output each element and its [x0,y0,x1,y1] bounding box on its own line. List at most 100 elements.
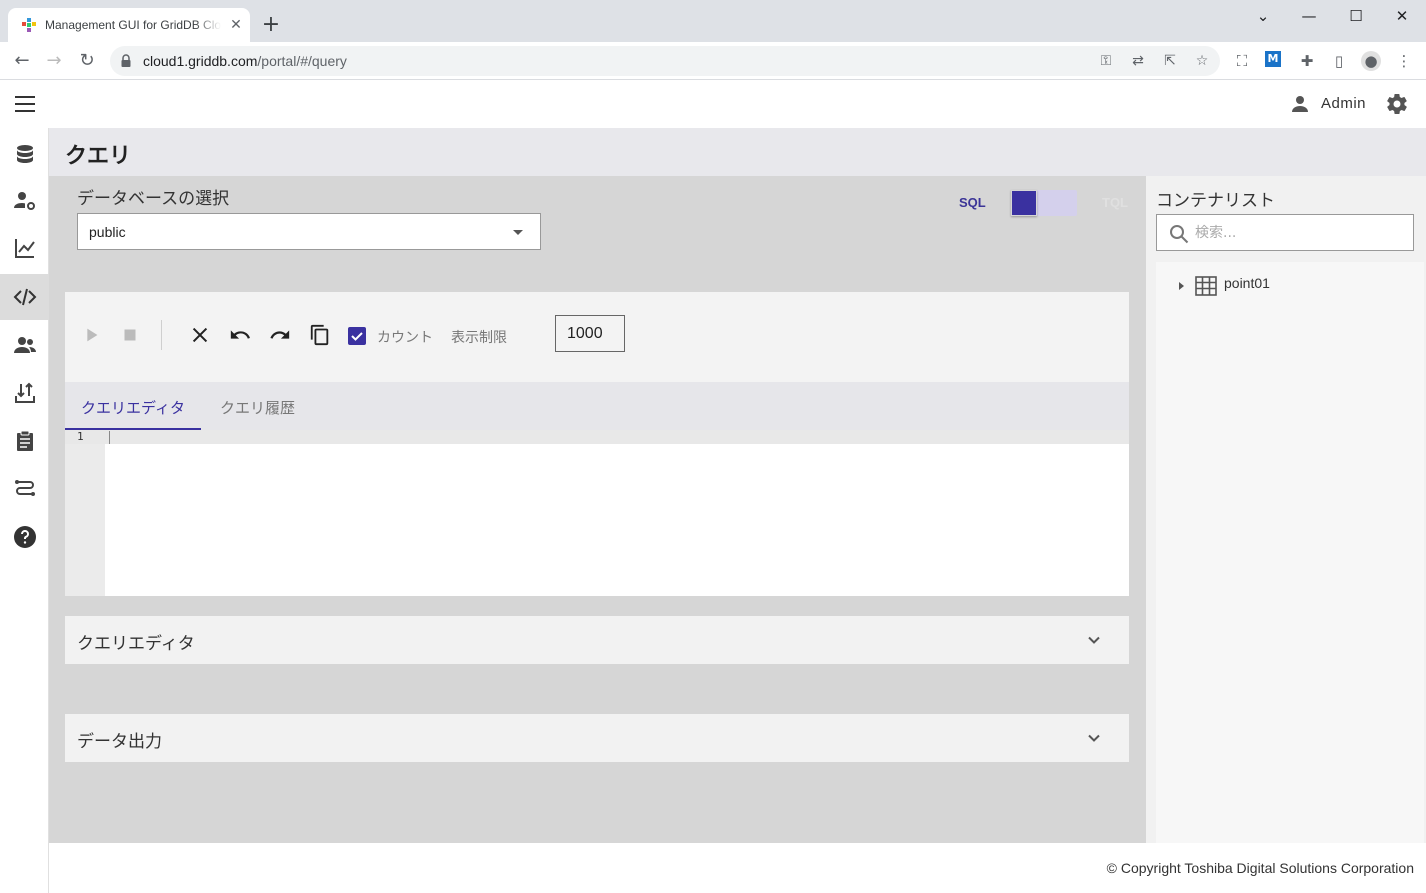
users-group-icon [13,337,36,353]
container-search-input[interactable] [1195,221,1395,245]
side-panel-icon[interactable]: ▯ [1329,51,1349,71]
limit-label: 表示制限 [451,330,507,346]
import-export-icon [14,382,35,403]
code-icon [13,288,36,306]
share-icon[interactable]: ⇱ [1161,52,1179,70]
database-icon [16,145,33,163]
line-number: 1 [77,430,84,443]
browser-tab[interactable]: Management GUI for GridDB Cloud ✕ [8,8,250,42]
footer: © Copyright Toshiba Digital Solutions Co… [49,843,1426,893]
chevron-down-icon [1088,636,1100,644]
sidebar-item-connections[interactable] [0,466,49,512]
undo-button[interactable] [226,321,254,349]
container-list-panel: コンテナリスト point01 [1146,176,1426,843]
tab-close-icon[interactable]: ✕ [226,15,246,35]
close-window-button[interactable]: ✕ [1379,4,1425,28]
browser-tab-title: Management GUI for GridDB Cloud [45,18,221,32]
toggle-knob [1011,190,1037,216]
code-editor[interactable]: 1 [65,430,1129,596]
copyright-text: © Copyright Toshiba Digital Solutions Co… [1106,860,1414,876]
query-editor-panel[interactable]: クエリエディタ [65,616,1129,664]
password-key-icon[interactable]: ⚿ [1097,52,1115,70]
sidebar-item-users[interactable] [0,322,49,368]
user-icon [1292,96,1308,112]
search-icon [1170,225,1189,244]
browser-menu-icon[interactable]: ⋮ [1394,51,1414,71]
gear-icon[interactable] [1385,92,1409,116]
new-tab-button[interactable]: + [258,13,284,39]
container-tree: point01 [1156,262,1424,843]
clear-button[interactable] [186,321,214,349]
app-header: Admin [0,80,1426,128]
sidebar-item-database[interactable] [0,132,49,178]
screenshot-icon[interactable]: ⛶ [1232,51,1252,71]
copy-button[interactable] [306,321,334,349]
sql-tql-toggle[interactable] [1011,190,1077,216]
play-icon [87,328,98,342]
sidebar-item-import-export[interactable] [0,370,49,416]
database-select-value: public [89,224,126,240]
redo-icon [270,330,290,339]
user-gear-icon [13,192,35,210]
checkmark-icon [351,332,363,341]
query-main-area: データベースの選択 public SQL TQL カウント 表示制限 1000 … [49,176,1146,843]
extensions-puzzle-icon[interactable]: ✚ [1297,51,1317,71]
panel-title: データ出力 [77,732,162,752]
sidebar-item-query[interactable] [0,274,49,320]
translate-icon[interactable]: ⇄ [1129,52,1147,70]
hamburger-menu-icon[interactable] [15,96,35,112]
count-checkbox[interactable] [348,327,366,345]
reload-icon[interactable]: ↻ [75,49,99,73]
connections-icon [14,480,35,496]
stop-button[interactable] [116,321,144,349]
m-extension-icon[interactable]: M [1265,51,1281,67]
container-list-title: コンテナリスト [1156,191,1275,211]
dropdown-caret-icon [513,230,523,235]
address-bar[interactable]: cloud1.griddb.com/portal/#/query ⚿ ⇄ ⇱ ☆ [110,46,1220,76]
sidebar-item-chart[interactable] [0,225,49,271]
stop-icon [124,329,136,341]
back-icon[interactable]: ← [10,49,34,73]
browser-tab-strip: Management GUI for GridDB Cloud ✕ + ⌄ — … [0,0,1426,42]
url-text: cloud1.griddb.com/portal/#/query [143,53,347,69]
limit-input[interactable]: 1000 [555,315,625,352]
sidebar-item-user-settings[interactable] [0,178,49,224]
redo-button[interactable] [266,321,294,349]
toolbar-divider [161,320,162,350]
undo-icon [230,330,250,339]
table-icon [1195,276,1217,296]
data-output-panel[interactable]: データ出力 [65,714,1129,762]
tab-search-icon[interactable]: ⌄ [1240,4,1286,28]
expand-caret-icon[interactable] [1179,282,1184,290]
database-select-label: データベースの選択 [77,189,230,209]
editor-tabs: クエリエディタ クエリ履歴 [65,382,1129,430]
line-gutter [65,430,105,596]
mode-tql-label: TQL [1102,195,1128,210]
sidebar-item-clipboard[interactable] [0,418,49,464]
bookmark-star-icon[interactable]: ☆ [1193,52,1211,70]
database-select[interactable]: public [77,213,541,250]
panel-title: クエリエディタ [77,634,195,654]
page-title: クエリ [65,144,132,169]
clipboard-icon [16,430,33,451]
minimize-button[interactable]: — [1286,4,1332,28]
tree-item-label: point01 [1224,275,1270,291]
chevron-down-icon [1088,734,1100,742]
help-icon [13,526,36,548]
close-icon [192,327,208,343]
tab-query-history[interactable]: クエリ履歴 [204,382,311,430]
query-editor-card: カウント 表示制限 1000 クエリエディタ クエリ履歴 1 [65,292,1129,596]
container-search-box[interactable] [1156,214,1414,251]
maximize-button[interactable]: ☐ [1333,4,1379,28]
run-button[interactable] [77,321,105,349]
sidebar-item-help[interactable] [0,514,49,560]
count-label: カウント [377,330,433,346]
mode-sql-label: SQL [959,195,986,210]
tab-query-editor[interactable]: クエリエディタ [65,382,201,430]
page-title-bar: クエリ [49,128,1426,176]
profile-avatar-icon[interactable]: ● [1361,51,1381,71]
lock-icon [121,54,131,67]
sidebar [0,128,49,893]
user-name[interactable]: Admin [1321,95,1366,112]
forward-icon[interactable]: → [42,49,66,73]
